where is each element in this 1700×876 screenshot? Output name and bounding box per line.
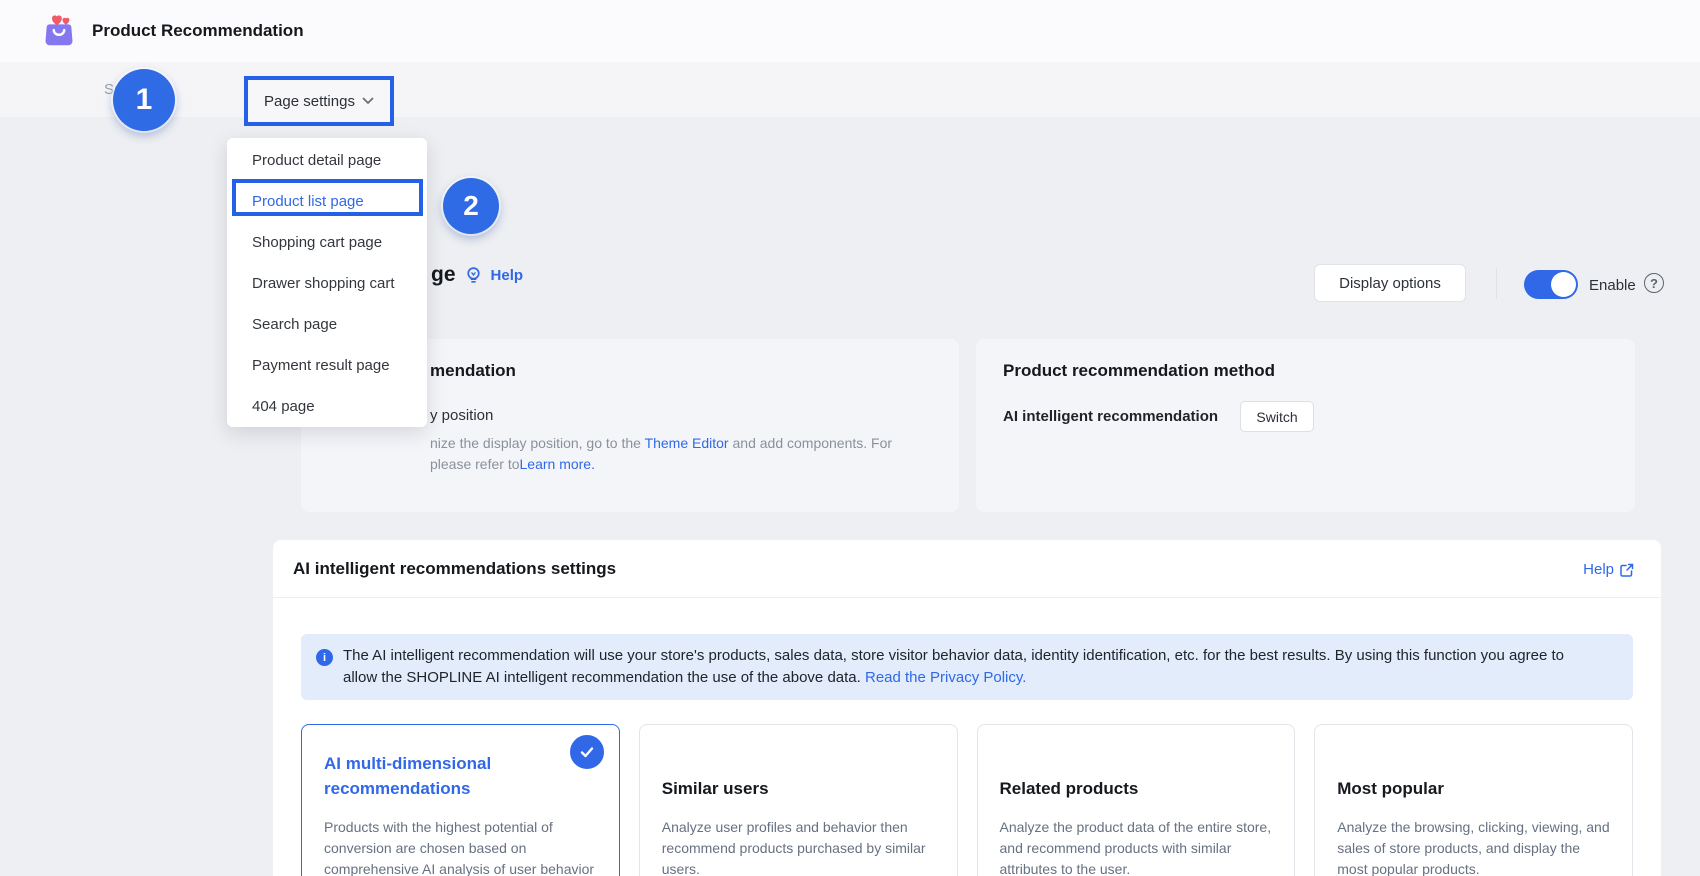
menu-item-search-page[interactable]: Search page [227, 304, 427, 345]
annotation-step-1: 1 [113, 69, 175, 131]
learn-more-link[interactable]: Learn more. [520, 456, 595, 472]
menu-item-payment-result-page[interactable]: Payment result page [227, 345, 427, 386]
option-description: Products with the highest potential of c… [324, 817, 597, 876]
page-settings-dropdown-trigger[interactable]: Page settings [244, 76, 394, 126]
position-card-title: mendation [430, 361, 516, 381]
panel-title: AI intelligent recommendations settings [293, 559, 616, 579]
option-description: Analyze the browsing, clicking, viewing,… [1337, 817, 1610, 876]
info-circle-icon: i [316, 649, 333, 666]
menu-item-product-detail-page[interactable]: Product detail page [227, 140, 427, 181]
position-body-line2-pre: please refer to [430, 456, 520, 472]
external-link-icon [1619, 562, 1635, 578]
display-options-button[interactable]: Display options [1314, 264, 1466, 302]
privacy-policy-link[interactable]: Read the Privacy Policy. [865, 669, 1026, 686]
position-body-line1-pre: nize the display position, go to the [430, 435, 645, 451]
app-header: Product Recommendation [0, 0, 1700, 62]
option-title: Similar users [662, 776, 935, 801]
product-recommendation-app: Product Recommendation Su Page settings … [0, 0, 1700, 876]
app-title: Product Recommendation [92, 21, 304, 41]
option-title: Most popular [1337, 776, 1610, 801]
header-divider [1496, 268, 1497, 299]
annotation-highlight-box [232, 179, 423, 216]
lightbulb-icon [464, 266, 483, 285]
method-card-title: Product recommendation method [1003, 361, 1275, 381]
ai-settings-panel: AI intelligent recommendations settings … [273, 540, 1661, 876]
ai-data-usage-banner: i The AI intelligent recommendation will… [301, 634, 1633, 700]
question-circle-icon[interactable]: ? [1644, 273, 1664, 293]
switch-button[interactable]: Switch [1240, 401, 1314, 432]
position-card-subtitle: y position [430, 407, 493, 424]
theme-editor-link[interactable]: Theme Editor [645, 435, 729, 451]
panel-divider [273, 597, 1661, 598]
page-title-row: ge Help [431, 263, 523, 287]
method-row: AI intelligent recommendation Switch [1003, 401, 1314, 432]
option-description: Analyze user profiles and behavior then … [662, 817, 935, 876]
option-card-ai-multi-dimensional[interactable]: AI multi-dimensional recommendations Pro… [301, 724, 620, 876]
menu-item-shopping-cart-page[interactable]: Shopping cart page [227, 222, 427, 263]
panel-help-link[interactable]: Help [1583, 561, 1635, 578]
option-description: Analyze the product data of the entire s… [1000, 817, 1273, 876]
shopping-bag-hearts-icon [40, 12, 78, 50]
page-title: ge [431, 263, 456, 287]
recommendation-options-row: AI multi-dimensional recommendations Pro… [301, 724, 1633, 876]
option-card-related-products[interactable]: Related products Analyze the product dat… [977, 724, 1296, 876]
position-card-body: nize the display position, go to the The… [430, 433, 930, 475]
position-body-line1-post: and add components. For [729, 435, 892, 451]
option-card-most-popular[interactable]: Most popular Analyze the browsing, click… [1314, 724, 1633, 876]
page-settings-label: Page settings [264, 93, 355, 110]
option-title: AI multi-dimensional recommendations [324, 751, 529, 801]
panel-help-label: Help [1583, 561, 1614, 578]
checkmark-icon [567, 732, 607, 772]
option-card-similar-users[interactable]: Similar users Analyze user profiles and … [639, 724, 958, 876]
chevron-down-icon [362, 97, 374, 105]
menu-item-404-page[interactable]: 404 page [227, 386, 427, 427]
option-title: Related products [1000, 776, 1273, 801]
enable-toggle[interactable] [1524, 270, 1578, 299]
method-label: AI intelligent recommendation [1003, 408, 1218, 425]
enable-label: Enable [1589, 277, 1636, 294]
toggle-knob [1551, 272, 1576, 297]
recommendation-method-card: Product recommendation method AI intelli… [976, 339, 1635, 512]
annotation-step-2: 2 [443, 178, 499, 234]
menu-item-drawer-shopping-cart[interactable]: Drawer shopping cart [227, 263, 427, 304]
page-help-link[interactable]: Help [491, 267, 524, 284]
